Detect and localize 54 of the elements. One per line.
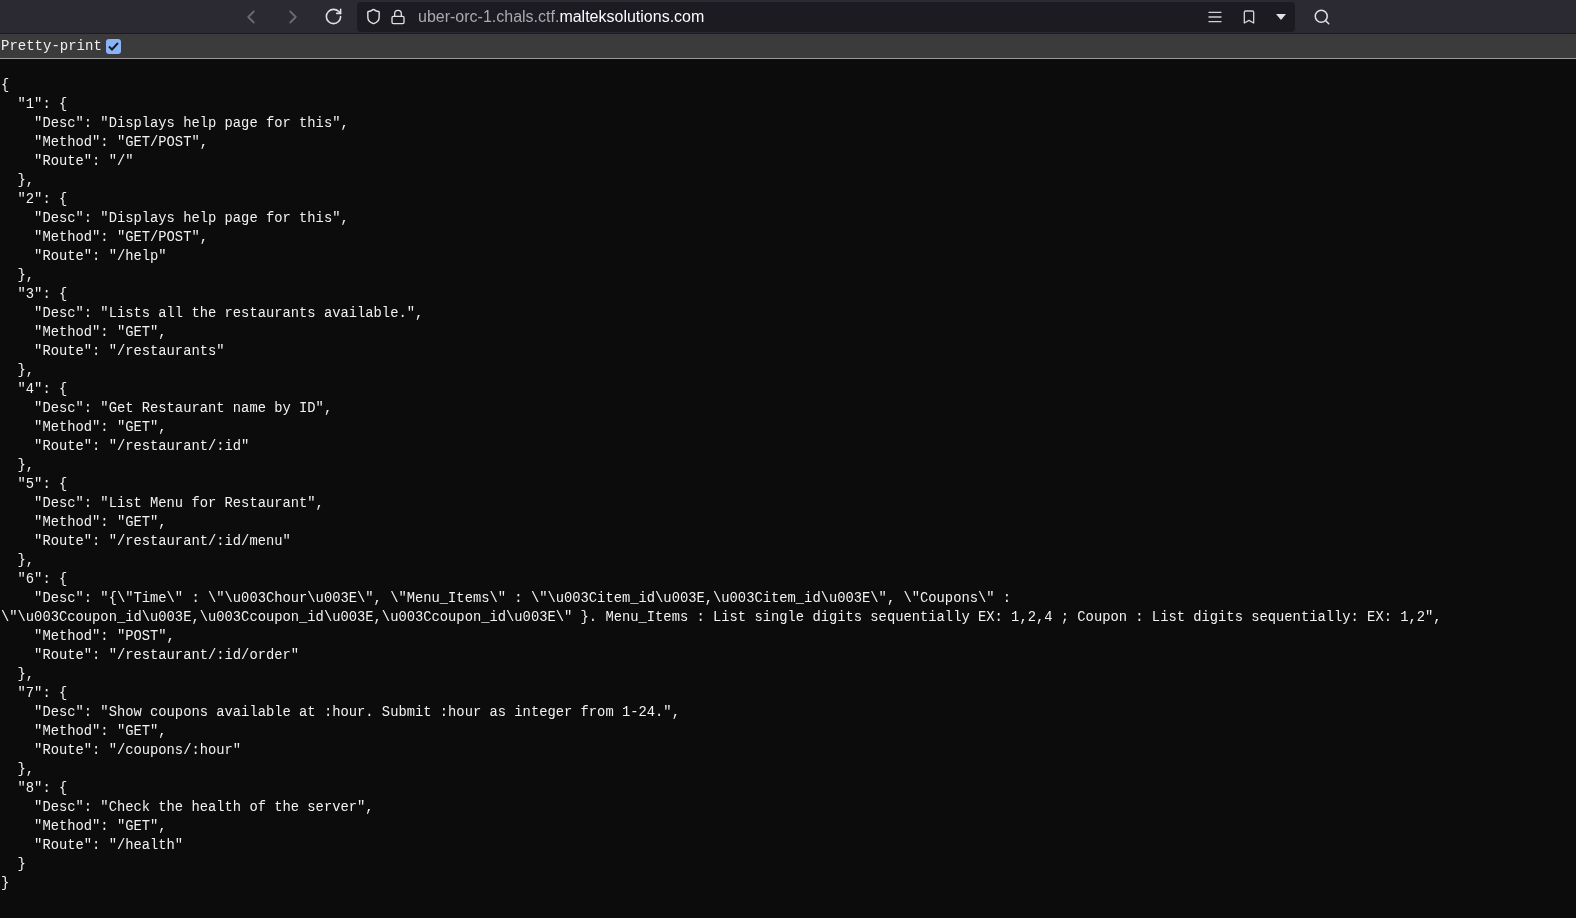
json-line: } — [16, 856, 26, 874]
json-line: "Desc": "Get Restaurant name by ID", — [33, 400, 333, 418]
address-bar[interactable]: uber-orc-1.chals.ctf.malteksolutions.com — [357, 1, 1295, 32]
dropdown-icon[interactable] — [1275, 12, 1287, 21]
json-line: \"\u003Ccoupon_id\u003E,\u003Ccoupon_id\u003E,\u003Ccoupon_id\u003E\" }. Menu_Items : List single digits sequentially EX: 1,2,4 ; Coupon : List digits sequentially: EX: 1,2", — [1, 609, 1442, 627]
json-line: "Route": "/help" — [33, 248, 167, 266]
json-line: "Desc": "List Menu for Restaurant", — [33, 495, 324, 513]
json-line: }, — [16, 267, 35, 285]
json-line: "Route": "/restaurants" — [33, 343, 225, 361]
json-line: "1": { — [16, 96, 68, 114]
json-line: }, — [16, 457, 35, 475]
json-line: "7": { — [16, 685, 68, 703]
json-line: "Method": "GET", — [33, 514, 167, 532]
json-line: "6": { — [16, 571, 68, 589]
checkmark-icon — [107, 41, 119, 51]
json-line: "3": { — [16, 286, 68, 304]
json-line: "Route": "/health" — [33, 837, 184, 855]
pretty-print-checkbox[interactable] — [105, 38, 121, 54]
json-line: "Route": "/restaurant/:id" — [33, 438, 250, 456]
json-line: "Route": "/restaurant/:id/menu" — [33, 533, 291, 551]
json-line: } — [1, 875, 10, 893]
json-line: "Method": "GET", — [33, 419, 167, 437]
json-line: }, — [16, 761, 35, 779]
json-line: "Method": "GET", — [33, 324, 167, 342]
json-line: "Method": "GET", — [33, 723, 167, 741]
url-text: uber-orc-1.chals.ctf.malteksolutions.com — [418, 6, 705, 27]
json-line: "2": { — [16, 191, 68, 209]
json-line: }, — [16, 172, 35, 190]
json-line: "Route": "/restaurant/:id/order" — [33, 647, 300, 665]
json-line: "Method": "GET/POST", — [33, 229, 208, 247]
json-line: "Desc": "Lists all the restaurants available.", — [33, 305, 424, 323]
json-line: "Desc": "{\"Time\" : \"\u003Chour\u003E\", \"Menu_Items\" : \"\u003Citem_id\u003E,\u003Citem_id\u003E\", \"Coupons\" : — [33, 590, 1012, 608]
json-line: }, — [16, 666, 35, 684]
json-line: }, — [16, 552, 35, 570]
json-line: "4": { — [16, 381, 68, 399]
json-line: "Desc": "Displays help page for this", — [33, 115, 349, 133]
json-line: "Desc": "Displays help page for this", — [33, 210, 349, 228]
search-icon[interactable] — [1313, 7, 1331, 26]
bookmark-icon[interactable] — [1241, 8, 1257, 25]
json-line: "Route": "/coupons/:hour" — [33, 742, 242, 760]
json-line: "Method": "GET/POST", — [33, 134, 208, 152]
json-line: }, — [16, 362, 35, 380]
reload-icon[interactable] — [324, 7, 343, 26]
json-line: { — [1, 77, 10, 95]
json-line: "Method": "POST", — [33, 628, 175, 646]
json-line: "8": { — [16, 780, 68, 798]
lock-icon — [390, 8, 406, 25]
shield-icon[interactable] — [365, 8, 382, 25]
json-line: "Desc": "Show coupons available at :hour. Submit :hour as integer from 1-24.", — [33, 704, 680, 722]
json-line: "Desc": "Check the health of the server", — [33, 799, 374, 817]
json-line: "Method": "GET", — [33, 818, 167, 836]
pretty-print-label: Pretty-print — [1, 36, 102, 56]
json-line: "Route": "/" — [33, 153, 134, 171]
json-line: "5": { — [16, 476, 68, 494]
